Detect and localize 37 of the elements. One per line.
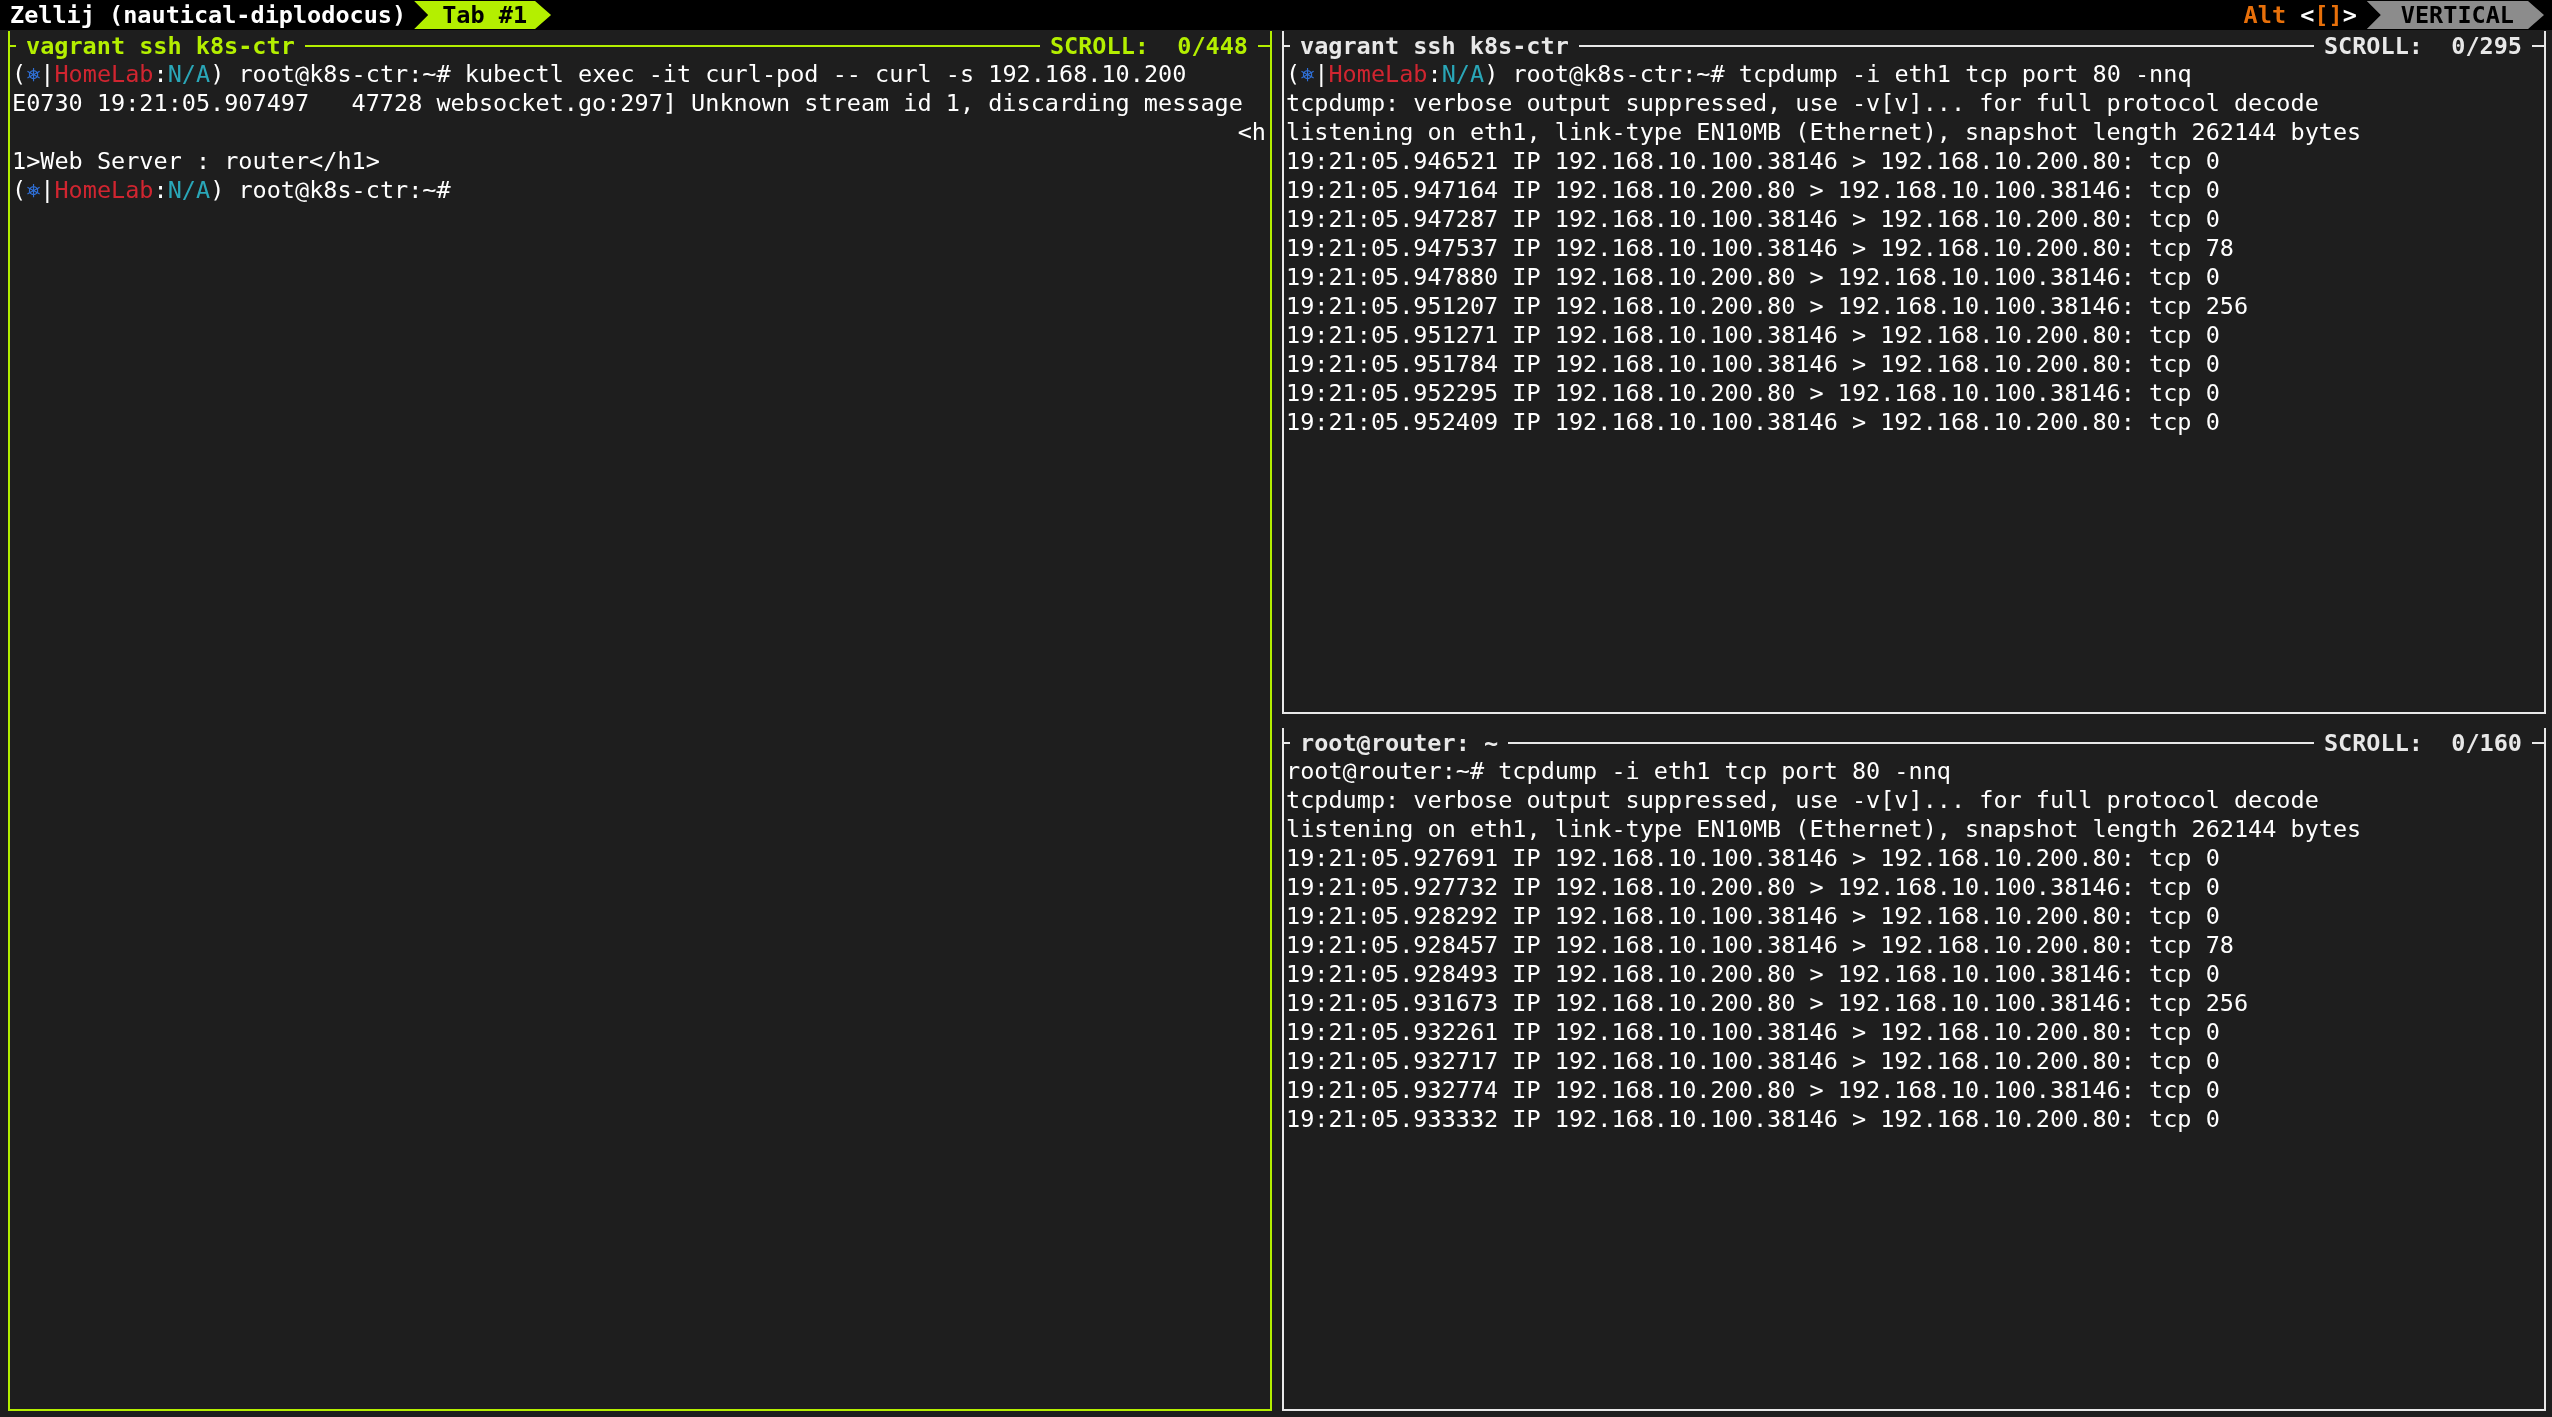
terminal-line: <h (1237, 118, 1267, 147)
mode-indicator: VERTICAL (2366, 1, 2544, 29)
terminal-line: 19:21:05.951784 IP 192.168.10.100.38146 > 192.168.10.200.80: tcp 0 (1286, 350, 2221, 379)
tab[interactable]: Tab #1 (414, 1, 552, 29)
terminal-line: 19:21:05.947287 IP 192.168.10.100.38146 > 192.168.10.200.80: tcp 0 (1286, 205, 2221, 234)
terminal-line: listening on eth1, link-type EN10MB (Ethernet), snapshot length 262144 bytes (1286, 118, 2363, 147)
terminal-line: (⎈|HomeLab:N/A) root@k8s-ctr:~# tcpdump -i eth1 tcp port 80 -nnq (1286, 60, 2193, 89)
terminal-line: tcpdump: verbose output suppressed, use -v[v]... for full protocol decode (1286, 786, 2320, 815)
terminal-line: 1>Web Server : router</h1> (12, 147, 381, 176)
terminal-line: 19:21:05.947537 IP 192.168.10.100.38146 > 192.168.10.200.80: tcp 78 (1286, 234, 2235, 263)
terminal-line: root@router:~# tcpdump -i eth1 tcp port 80 -nnq (1286, 757, 1952, 786)
terminal-pane[interactable] (1282, 31, 2546, 714)
terminal-line: (⎈|HomeLab:N/A) root@k8s-ctr:~# (12, 176, 452, 205)
terminal-line: 19:21:05.927691 IP 192.168.10.100.38146 > 192.168.10.200.80: tcp 0 (1286, 844, 2221, 873)
session-title: Zellij (nautical-diplodocus) (9, 1, 407, 29)
terminal-line: 19:21:05.947880 IP 192.168.10.200.80 > 192.168.10.100.38146: tcp 0 (1286, 263, 2221, 292)
terminal-line: 19:21:05.952295 IP 192.168.10.200.80 > 192.168.10.100.38146: tcp 0 (1286, 379, 2221, 408)
terminal-line: 19:21:05.931673 IP 192.168.10.200.80 > 192.168.10.100.38146: tcp 256 (1286, 989, 2250, 1018)
keybind-hint: Alt <[]> (2243, 1, 2357, 29)
terminal-line: (⎈|HomeLab:N/A) root@k8s-ctr:~# kubectl exec -it curl-pod -- curl -s 192.168.10.200 (12, 60, 1188, 89)
terminal-line: E0730 19:21:05.907497 47728 websocket.go:297] Unknown stream id 1, discarding message (12, 89, 1244, 118)
terminal-line: 19:21:05.952409 IP 192.168.10.100.38146 > 192.168.10.200.80: tcp 0 (1286, 408, 2221, 437)
terminal-line: 19:21:05.951207 IP 192.168.10.200.80 > 192.168.10.100.38146: tcp 256 (1286, 292, 2250, 321)
terminal-line: 19:21:05.946521 IP 192.168.10.100.38146 > 192.168.10.200.80: tcp 0 (1286, 147, 2221, 176)
terminal-line: 19:21:05.947164 IP 192.168.10.200.80 > 192.168.10.100.38146: tcp 0 (1286, 176, 2221, 205)
terminal-line: listening on eth1, link-type EN10MB (Ethernet), snapshot length 262144 bytes (1286, 815, 2363, 844)
terminal-line: tcpdump: verbose output suppressed, use -v[v]... for full protocol decode (1286, 89, 2320, 118)
terminal-line: 19:21:05.932261 IP 192.168.10.100.38146 > 192.168.10.200.80: tcp 0 (1286, 1018, 2221, 1047)
terminal-line: 19:21:05.933332 IP 192.168.10.100.38146 > 192.168.10.200.80: tcp 0 (1286, 1105, 2221, 1134)
terminal-pane[interactable] (1282, 728, 2546, 1411)
terminal-line: 19:21:05.932774 IP 192.168.10.200.80 > 192.168.10.100.38146: tcp 0 (1286, 1076, 2221, 1105)
terminal-line: 19:21:05.951271 IP 192.168.10.100.38146 > 192.168.10.200.80: tcp 0 (1286, 321, 2221, 350)
terminal-line: 19:21:05.928493 IP 192.168.10.200.80 > 192.168.10.100.38146: tcp 0 (1286, 960, 2221, 989)
terminal-line: 19:21:05.928292 IP 192.168.10.100.38146 > 192.168.10.200.80: tcp 0 (1286, 902, 2221, 931)
terminal-line: 19:21:05.927732 IP 192.168.10.200.80 > 192.168.10.100.38146: tcp 0 (1286, 873, 2221, 902)
terminal-line: 19:21:05.928457 IP 192.168.10.100.38146 > 192.168.10.200.80: tcp 78 (1286, 931, 2235, 960)
terminal-line: 19:21:05.932717 IP 192.168.10.100.38146 > 192.168.10.200.80: tcp 0 (1286, 1047, 2221, 1076)
